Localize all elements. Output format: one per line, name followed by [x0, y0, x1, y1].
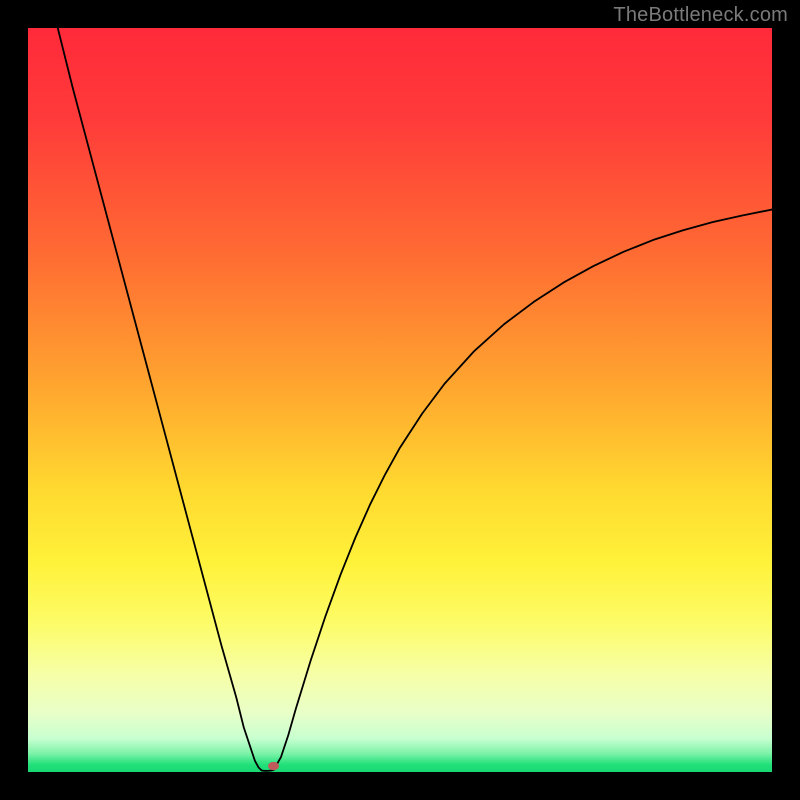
minimum-marker — [268, 762, 279, 770]
bottleneck-curve — [28, 28, 772, 772]
chart-frame: TheBottleneck.com — [0, 0, 800, 800]
plot-area — [28, 28, 772, 772]
watermark-text: TheBottleneck.com — [613, 4, 788, 27]
